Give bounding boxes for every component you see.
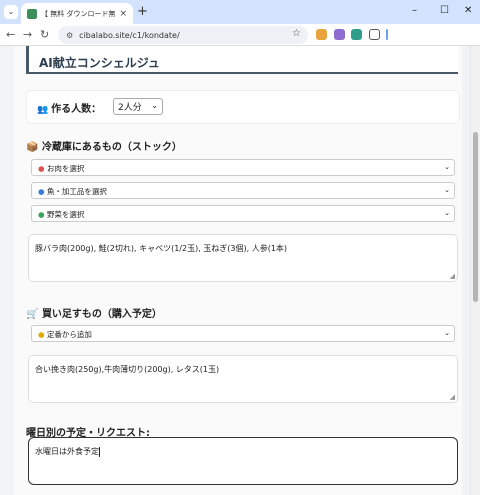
- extension-icon[interactable]: [351, 29, 362, 40]
- stock-section-title: 📦 冷蔵庫にあるもの（ストック）: [26, 138, 182, 153]
- resize-grip-icon[interactable]: ◢: [450, 272, 455, 280]
- back-arrow-icon[interactable]: ←: [6, 28, 15, 41]
- close-window-button[interactable]: ✕: [464, 5, 472, 16]
- stock-textarea[interactable]: 豚バラ肉(200g), 鮭(2切れ), キャベツ(1/2玉), 玉ねぎ(3個),…: [28, 234, 458, 282]
- people-count-value: 2人分: [118, 103, 142, 113]
- chevron-down-icon: ⌄: [151, 101, 158, 110]
- fish-select-label: 魚・加工品を選択: [46, 187, 107, 196]
- fish-icon: ●: [38, 187, 45, 196]
- staple-select[interactable]: ● 定番から追加 ⌄: [31, 325, 455, 342]
- minimize-button[interactable]: –: [412, 5, 417, 16]
- reload-icon[interactable]: ↻: [40, 28, 49, 41]
- bookmark-star-icon[interactable]: ☆: [292, 28, 301, 39]
- vegetable-icon: ●: [38, 210, 45, 219]
- stock-textarea-value: 豚バラ肉(200g), 鮭(2切れ), キャベツ(1/2玉), 玉ねぎ(3個),…: [35, 244, 288, 253]
- extensions-puzzle-icon[interactable]: [369, 29, 380, 40]
- tab-title: 【 無料 ダウンロード無し】献立 の...: [41, 9, 116, 18]
- people-count-select[interactable]: 2人分 ⌄: [113, 98, 163, 115]
- staple-select-label: 定番から追加: [46, 330, 92, 339]
- browser-toolbar: ← → ↻ ⚙ cibalabo.site/c1/kondate/ ☆: [0, 24, 480, 46]
- vegetable-select[interactable]: ● 野菜を選択 ⌄: [31, 205, 455, 222]
- page-header: AI献立コンシェルジュ: [26, 46, 458, 74]
- people-icon: 👥: [37, 105, 49, 115]
- maximize-button[interactable]: ☐: [440, 5, 449, 16]
- lightbulb-icon: ●: [38, 330, 45, 339]
- cart-icon: 🛒: [26, 309, 39, 320]
- scrollbar-thumb[interactable]: [473, 132, 478, 302]
- shopping-textarea-value: 合い挽き肉(250g),牛肉薄切り(200g), レタス(1玉): [35, 365, 220, 374]
- page-viewport: AI献立コンシェルジュ 👥 作る人数： 2人分 ⌄ 📦 冷蔵庫にあるもの（ストッ…: [0, 46, 470, 495]
- page-scrollbar[interactable]: [470, 46, 480, 495]
- stock-title-text: 冷蔵庫にあるもの（ストック）: [41, 142, 182, 153]
- schedule-textarea-value: 水曜日は外食予定: [35, 447, 99, 456]
- people-count-card: 👥 作る人数： 2人分 ⌄: [26, 90, 460, 124]
- schedule-textarea[interactable]: 水曜日は外食予定: [28, 437, 458, 485]
- text-cursor: [99, 446, 100, 457]
- new-tab-button[interactable]: +: [137, 4, 148, 19]
- meat-icon: ●: [38, 164, 45, 173]
- shopping-title-text: 買い足すもの（購入予定）: [41, 309, 162, 320]
- tab-strip: ⌄ 【 無料 ダウンロード無し】献立 の... × + – ☐ ✕: [0, 0, 480, 24]
- address-bar[interactable]: ⚙ cibalabo.site/c1/kondate/ ☆: [58, 26, 308, 44]
- url-text: cibalabo.site/c1/kondate/: [79, 30, 180, 40]
- site-info-icon[interactable]: ⚙: [66, 31, 73, 40]
- sidebar-divider: [386, 29, 388, 40]
- tab-close-icon[interactable]: ×: [119, 9, 127, 19]
- extension-icon[interactable]: [334, 29, 345, 40]
- page-title: AI献立コンシェルジュ: [39, 56, 160, 70]
- extension-icon[interactable]: [316, 29, 327, 40]
- page-content: AI献立コンシェルジュ 👥 作る人数： 2人分 ⌄ 📦 冷蔵庫にあるもの（ストッ…: [14, 46, 462, 495]
- chevron-down-icon: ⌄: [444, 163, 450, 171]
- people-count-label: 作る人数：: [51, 104, 102, 115]
- meat-select-label: お肉を選択: [46, 164, 85, 173]
- shopping-textarea[interactable]: 合い挽き肉(250g),牛肉薄切り(200g), レタス(1玉) ◢: [28, 355, 458, 403]
- tab-search-icon[interactable]: ⌄: [4, 5, 18, 19]
- meat-select[interactable]: ● お肉を選択 ⌄: [31, 159, 455, 176]
- site-favicon-icon: [27, 8, 37, 19]
- chevron-down-icon: ⌄: [444, 329, 450, 337]
- chevron-down-icon: ⌄: [444, 209, 450, 217]
- resize-grip-icon[interactable]: ◢: [450, 393, 455, 401]
- shopping-section-title: 🛒 買い足すもの（購入予定）: [26, 305, 162, 320]
- forward-arrow-icon[interactable]: →: [23, 28, 32, 41]
- fish-select[interactable]: ● 魚・加工品を選択 ⌄: [31, 182, 455, 199]
- box-icon: 📦: [26, 142, 39, 153]
- vegetable-select-label: 野菜を選択: [46, 210, 85, 219]
- browser-tab[interactable]: 【 無料 ダウンロード無し】献立 の... ×: [21, 3, 133, 24]
- chevron-down-icon: ⌄: [444, 186, 450, 194]
